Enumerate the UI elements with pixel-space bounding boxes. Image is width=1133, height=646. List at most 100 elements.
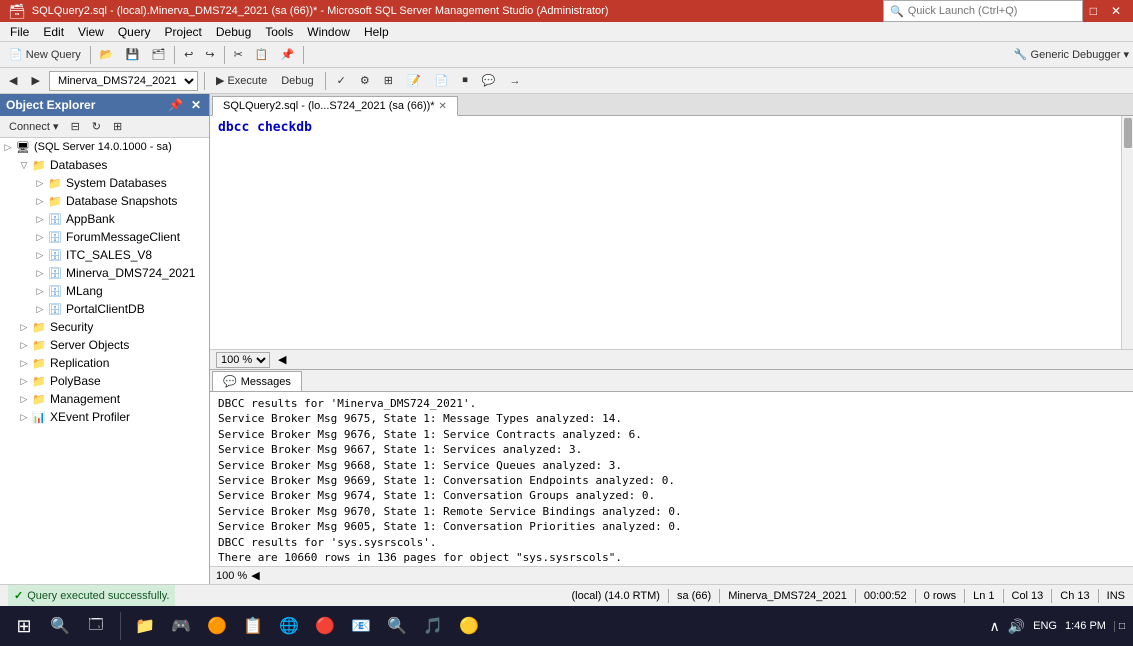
taskbar-email[interactable]: 📧 bbox=[345, 610, 377, 642]
taskbar-file-explorer[interactable]: 📁 bbox=[129, 610, 161, 642]
result-line-4: Service Broker Msg 9667, State 1: Servic… bbox=[218, 442, 1125, 457]
tree-replication[interactable]: ▷ 📁 Replication bbox=[0, 354, 209, 372]
tree-xevent-profiler[interactable]: ▷ 📊 XEvent Profiler bbox=[0, 408, 209, 426]
redo-button[interactable]: ↪ bbox=[200, 45, 219, 64]
folder-icon: 📁 bbox=[32, 159, 48, 172]
tree-db-snapshots[interactable]: ▷ 📁 Database Snapshots bbox=[0, 192, 209, 210]
comment-button[interactable]: 💬 bbox=[477, 71, 501, 90]
toolbar-forward-button[interactable]: ▶ bbox=[26, 71, 44, 90]
oe-filter-button[interactable]: ⊞ bbox=[108, 117, 127, 136]
check-button[interactable]: ✓ bbox=[332, 71, 351, 90]
oe-connect-button[interactable]: Connect ▾ bbox=[4, 117, 64, 136]
expand-icon: ▷ bbox=[16, 412, 32, 423]
editor-tab-active[interactable]: SQLQuery2.sql - (lo...S724_2021 (sa (66)… bbox=[212, 96, 458, 116]
quick-launch-bar[interactable]: 🔍 bbox=[883, 0, 1083, 22]
tray-expand-icon[interactable]: ∧ bbox=[989, 618, 999, 635]
zoom-select[interactable]: 100 % bbox=[216, 352, 270, 368]
toolbar-separator-6 bbox=[325, 72, 326, 90]
oe-pin-button[interactable]: 📌 bbox=[166, 98, 185, 112]
db-icon: 🗄 bbox=[48, 249, 64, 262]
menu-debug[interactable]: Debug bbox=[210, 24, 257, 40]
paste-button[interactable]: 📌 bbox=[276, 45, 300, 64]
menu-project[interactable]: Project bbox=[159, 24, 208, 40]
tree-appbank[interactable]: ▷ 🗄 AppBank bbox=[0, 210, 209, 228]
tree-mlang[interactable]: ▷ 🗄 MLang bbox=[0, 282, 209, 300]
tree-management[interactable]: ▷ 📁 Management bbox=[0, 390, 209, 408]
taskbar-search2[interactable]: 🔍 bbox=[381, 610, 413, 642]
task-view-button[interactable]: 🗔 bbox=[80, 610, 112, 642]
menu-query[interactable]: Query bbox=[112, 24, 157, 40]
tree-forummsgclient[interactable]: ▷ 🗄 ForumMessageClient bbox=[0, 228, 209, 246]
new-query-button[interactable]: 📄 New Query bbox=[4, 45, 86, 64]
text-button[interactable]: 📝 bbox=[402, 71, 426, 90]
cut-button[interactable]: ✂ bbox=[229, 45, 248, 64]
tree-system-dbs[interactable]: ▷ 📁 System Databases bbox=[0, 174, 209, 192]
messages-tab[interactable]: 💬 Messages bbox=[212, 371, 302, 391]
result-line-7: Service Broker Msg 9674, State 1: Conver… bbox=[218, 488, 1125, 503]
results-content: DBCC results for 'Minerva_DMS724_2021'. … bbox=[210, 392, 1133, 566]
xevent-icon: 📊 bbox=[32, 411, 48, 424]
result-line-11: There are 10660 rows in 136 pages for ob… bbox=[218, 550, 1125, 565]
menu-window[interactable]: Window bbox=[301, 24, 356, 40]
stop-button[interactable]: ⏹ bbox=[457, 71, 473, 90]
parse-button[interactable]: ⚙ bbox=[355, 71, 375, 90]
oe-close-button[interactable]: ✕ bbox=[189, 98, 203, 112]
tree-minerva[interactable]: ▷ 🗄 Minerva_DMS724_2021 bbox=[0, 264, 209, 282]
taskbar-orange[interactable]: 🟡 bbox=[453, 610, 485, 642]
copy-button[interactable]: 📋 bbox=[250, 45, 274, 64]
execute-button[interactable]: ▶ Execute bbox=[211, 71, 272, 90]
expand-icon: ▷ bbox=[32, 268, 48, 279]
tree-portalclientdb[interactable]: ▷ 🗄 PortalClientDB bbox=[0, 300, 209, 318]
tree-polybase[interactable]: ▷ 📁 PolyBase bbox=[0, 372, 209, 390]
clock[interactable]: 1:46 PM bbox=[1065, 620, 1106, 632]
db-icon: 🗄 bbox=[48, 231, 64, 244]
taskbar-app-red[interactable]: 🔴 bbox=[309, 610, 341, 642]
editor-scrollbar[interactable] bbox=[1121, 116, 1133, 349]
taskbar-chrome[interactable]: 🟠 bbox=[201, 610, 233, 642]
quick-launch-input[interactable] bbox=[908, 5, 1076, 17]
toolbar-separator bbox=[90, 46, 91, 64]
expand-icon: ▷ bbox=[0, 142, 16, 153]
oe-disconnect-button[interactable]: ⊟ bbox=[66, 117, 85, 136]
menu-view[interactable]: View bbox=[72, 24, 110, 40]
undo-button[interactable]: ↩ bbox=[179, 45, 198, 64]
menu-tools[interactable]: Tools bbox=[259, 24, 299, 40]
editor-content[interactable]: dbcc checkdb bbox=[210, 116, 1133, 349]
tree-security[interactable]: ▷ 📁 Security bbox=[0, 318, 209, 336]
app-icon: 🗃 bbox=[8, 3, 26, 20]
menu-edit[interactable]: Edit bbox=[37, 24, 70, 40]
tab-close-button[interactable]: ✕ bbox=[439, 101, 447, 112]
show-desktop-button[interactable]: □ bbox=[1114, 621, 1125, 632]
result-line-1: DBCC results for 'Minerva_DMS724_2021'. bbox=[218, 396, 1125, 411]
status-sep-7 bbox=[1051, 589, 1052, 603]
clock-time: 1:46 PM bbox=[1065, 620, 1106, 632]
editor-container[interactable]: dbcc checkdb bbox=[210, 116, 1133, 349]
file-button[interactable]: 📄 bbox=[430, 71, 454, 90]
debug-button[interactable]: Debug bbox=[276, 72, 318, 90]
grid-button[interactable]: ⊞ bbox=[379, 71, 398, 90]
tree-server-node[interactable]: ▷ 🖥 (SQL Server 14.0.1000 - sa) bbox=[0, 138, 209, 156]
oe-refresh-button[interactable]: ↻ bbox=[87, 117, 106, 136]
tree-databases-folder[interactable]: ▽ 📁 Databases bbox=[0, 156, 209, 174]
save-all-button[interactable]: 🗂 bbox=[146, 45, 170, 64]
toolbar-back-button[interactable]: ◀ bbox=[4, 71, 22, 90]
maximize-button[interactable]: □ bbox=[1086, 4, 1101, 18]
menu-file[interactable]: File bbox=[4, 24, 35, 40]
database-selector[interactable]: Minerva_DMS724_2021 bbox=[49, 71, 198, 91]
taskbar-browser[interactable]: 🌐 bbox=[273, 610, 305, 642]
save-button[interactable]: 💾 bbox=[120, 45, 144, 64]
menu-help[interactable]: Help bbox=[358, 24, 395, 40]
result-line-5: Service Broker Msg 9668, State 1: Servic… bbox=[218, 458, 1125, 473]
tray-lang-icon[interactable]: ENG bbox=[1033, 620, 1057, 632]
tree-itcsales[interactable]: ▷ 🗄 ITC_SALES_V8 bbox=[0, 246, 209, 264]
taskbar-music[interactable]: 🎵 bbox=[417, 610, 449, 642]
tray-network-icon[interactable]: 🔊 bbox=[1008, 618, 1025, 635]
taskbar-ssms[interactable]: 📋 bbox=[237, 610, 269, 642]
close-button[interactable]: ✕ bbox=[1107, 4, 1125, 18]
tree-server-objects[interactable]: ▷ 📁 Server Objects bbox=[0, 336, 209, 354]
start-button[interactable]: ⊞ bbox=[8, 610, 40, 642]
indent-button[interactable]: → bbox=[505, 72, 526, 90]
open-button[interactable]: 📂 bbox=[95, 45, 119, 64]
taskbar-edge[interactable]: 🎮 bbox=[165, 610, 197, 642]
search-button[interactable]: 🔍 bbox=[44, 610, 76, 642]
